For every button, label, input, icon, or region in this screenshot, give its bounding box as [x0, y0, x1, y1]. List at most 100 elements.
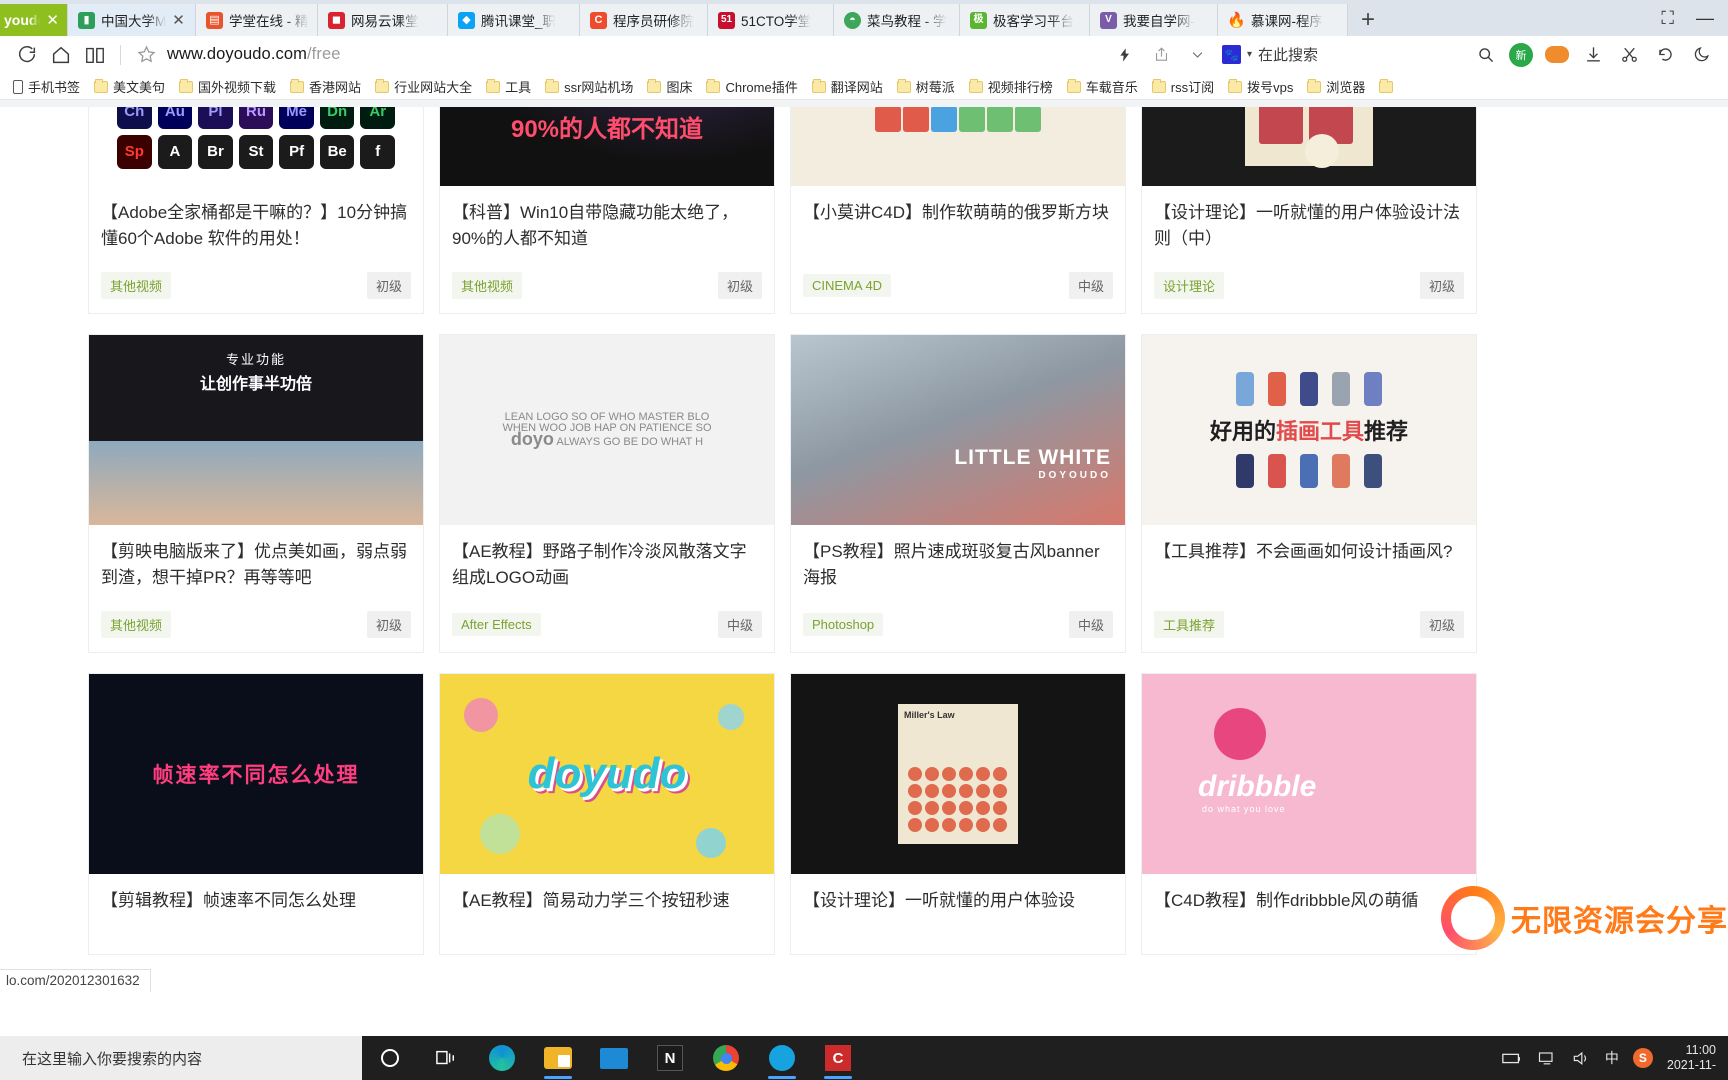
mail-icon[interactable]: [586, 1036, 642, 1080]
video-card[interactable]: LITTLE WHITE DOYOUDO 【PS教程】照片速成斑驳复古风bann…: [790, 334, 1126, 653]
card-category-tag[interactable]: CINEMA 4D: [803, 274, 892, 297]
bookmark-item[interactable]: ssr网站机场: [538, 77, 640, 96]
video-card[interactable]: Miller's Law 【设计理论】一听就懂的用户体验设: [790, 673, 1126, 955]
bookmark-item[interactable]: 国外视频下载: [172, 77, 283, 96]
card-thumbnail[interactable]: Miller's Law: [791, 674, 1125, 874]
tab-runoob[interactable]: ◓ 菜鸟教程 - 学: [834, 4, 960, 36]
restore-window-icon[interactable]: ⛶: [1661, 8, 1674, 29]
video-card[interactable]: doyudo 【AE教程】简易动力学三个按钮秒速: [439, 673, 775, 955]
card-category-tag[interactable]: 工具推荐: [1154, 611, 1225, 638]
bookmark-item[interactable]: rss订阅: [1145, 77, 1221, 96]
card-category-tag[interactable]: After Effects: [452, 613, 541, 636]
video-card[interactable]: Occam's Razor 【设计理论】一听就懂的用户体验设计法则（中） 设计理…: [1141, 107, 1477, 314]
dot: [993, 784, 1007, 798]
lightning-icon[interactable]: [1108, 38, 1142, 72]
notion-icon[interactable]: N: [642, 1036, 698, 1080]
task-view-icon[interactable]: [418, 1036, 474, 1080]
tab-xuetangonline[interactable]: ▤ 学堂在线 - 精: [196, 4, 318, 36]
card-thumbnail[interactable]: doyoudo: [791, 107, 1125, 186]
card-thumbnail[interactable]: 专业功能 让创作事半功倍: [89, 335, 423, 525]
bookmark-item[interactable]: 视频排行榜: [962, 77, 1060, 96]
bookmark-item[interactable]: 美文美句: [87, 77, 172, 96]
sogou-icon[interactable]: S: [1632, 1048, 1653, 1068]
video-card[interactable]: LEAN LOGO SO OF WHO MASTER BLO WHEN WOO …: [439, 334, 775, 653]
bookmark-item[interactable]: 行业网站大全: [368, 77, 479, 96]
new-tab-button[interactable]: +: [1348, 4, 1388, 36]
card-thumbnail[interactable]: doyudo: [440, 674, 774, 874]
video-card[interactable]: IdIcAiXdDwPsPsCPsXLrLrCFrPrAeAnChAuPlRuM…: [88, 107, 424, 314]
file-explorer-icon[interactable]: [530, 1036, 586, 1080]
card-thumbnail[interactable]: Win10隐藏功能 太绝了 90%的人都不知道: [440, 107, 774, 186]
search-input[interactable]: 🐾 ▾ 在此搜索: [1216, 41, 1466, 69]
taskbar-search-input[interactable]: 在这里输入你要搜索的内容: [0, 1036, 362, 1080]
bookmark-item[interactable]: 香港网站: [283, 77, 368, 96]
search-icon[interactable]: [1468, 38, 1502, 72]
minimize-window-icon[interactable]: —: [1696, 8, 1714, 29]
card-thumbnail[interactable]: 好用的插画工具推荐: [1142, 335, 1476, 525]
bookmark-item[interactable]: 工具: [479, 77, 538, 96]
scissors-icon[interactable]: [1612, 38, 1646, 72]
bookmark-item[interactable]: Chrome插件: [699, 77, 804, 96]
video-card[interactable]: dribbble do what you love 【C4D教程】制作dribb…: [1141, 673, 1477, 955]
bookmark-item[interactable]: [1372, 78, 1400, 93]
battery-icon[interactable]: [1501, 1051, 1523, 1065]
tab-tencent-class[interactable]: ◆ 腾讯课堂_职: [448, 4, 580, 36]
book-icon[interactable]: [78, 38, 112, 72]
bookmark-item[interactable]: 浏览器: [1300, 77, 1372, 96]
undo-icon[interactable]: [1648, 38, 1682, 72]
volume-icon[interactable]: [1571, 1050, 1591, 1066]
card-thumbnail[interactable]: Occam's Razor: [1142, 107, 1476, 186]
card-thumbnail[interactable]: dribbble do what you love: [1142, 674, 1476, 874]
card-category-tag[interactable]: 设计理论: [1154, 272, 1225, 299]
video-card[interactable]: Win10隐藏功能 太绝了 90%的人都不知道 【科普】Win10自带隐藏功能太…: [439, 107, 775, 314]
reload-icon[interactable]: [10, 38, 44, 72]
home-icon[interactable]: [44, 38, 78, 72]
360-browser-icon[interactable]: [754, 1036, 810, 1080]
share-icon[interactable]: [1144, 38, 1178, 72]
star-icon[interactable]: [129, 38, 163, 72]
tab-csdn[interactable]: C 程序员研修院: [580, 4, 708, 36]
video-card[interactable]: 专业功能 让创作事半功倍 【剪映电脑版来了】优点美如画，弱点弱到渣，想干掉PR？…: [88, 334, 424, 653]
tab-icourse163[interactable]: ▮ 中国大学M ✕: [68, 4, 196, 36]
bookmark-item[interactable]: 拨号vps: [1221, 77, 1300, 96]
news-badge-icon[interactable]: 新: [1504, 38, 1538, 72]
network-icon[interactable]: [1537, 1050, 1557, 1066]
clock[interactable]: 11:00 2021-11-: [1667, 1043, 1716, 1073]
card-thumbnail[interactable]: 帧速率不同怎么处理: [89, 674, 423, 874]
video-card[interactable]: 帧速率不同怎么处理 【剪辑教程】帧速率不同怎么处理: [88, 673, 424, 955]
bookmark-item[interactable]: 手机书签: [6, 77, 87, 96]
address-bar[interactable]: www.doyoudo.com/free: [163, 38, 1108, 72]
edge-icon[interactable]: [474, 1036, 530, 1080]
tab-imooc[interactable]: 🔥 慕课网-程序: [1218, 4, 1348, 36]
card-category-tag[interactable]: 其他视频: [101, 611, 172, 638]
video-card[interactable]: 好用的插画工具推荐 【工具推荐】不会画画如何设计插画风? 工具推荐 初级: [1141, 334, 1477, 653]
close-icon[interactable]: ✕: [172, 11, 185, 29]
bookmark-item[interactable]: 图床: [640, 77, 699, 96]
tab-51zxw[interactable]: V 我要自学网-: [1090, 4, 1218, 36]
clion-icon[interactable]: C: [810, 1036, 866, 1080]
cortana-icon[interactable]: [362, 1036, 418, 1080]
card-thumbnail[interactable]: LITTLE WHITE DOYOUDO: [791, 335, 1125, 525]
moon-icon[interactable]: [1684, 38, 1718, 72]
card-category-tag[interactable]: Photoshop: [803, 613, 884, 636]
tab-doyoudo[interactable]: youdo ✕: [0, 4, 68, 36]
video-card[interactable]: doyoudo 【小莫讲C4D】制作软萌萌的俄罗斯方块 CINEMA 4D 中级: [790, 107, 1126, 314]
adobe-app-icon: Sp: [117, 134, 152, 170]
card-thumbnail[interactable]: IdIcAiXdDwPsPsCPsXLrLrCFrPrAeAnChAuPlRuM…: [89, 107, 423, 186]
tab-51cto[interactable]: 51 51CTO学堂: [708, 4, 834, 36]
download-icon[interactable]: [1576, 38, 1610, 72]
ime-indicator[interactable]: 中: [1605, 1048, 1619, 1068]
card-thumbnail[interactable]: LEAN LOGO SO OF WHO MASTER BLO WHEN WOO …: [440, 335, 774, 525]
tab-geek-study[interactable]: 极 极客学习平台: [960, 4, 1090, 36]
close-icon[interactable]: ✕: [46, 11, 59, 29]
chrome-icon[interactable]: [698, 1036, 754, 1080]
chevron-down-icon[interactable]: ▾: [1247, 49, 1252, 60]
tab-netease-cloud-class[interactable]: ◼ 网易云课堂: [318, 4, 448, 36]
gamepad-icon[interactable]: [1540, 38, 1574, 72]
card-category-tag[interactable]: 其他视频: [452, 272, 523, 299]
bookmark-item[interactable]: 树莓派: [890, 77, 962, 96]
card-category-tag[interactable]: 其他视频: [101, 272, 172, 299]
bookmark-item[interactable]: 车载音乐: [1060, 77, 1145, 96]
bookmark-item[interactable]: 翻译网站: [805, 77, 890, 96]
chevron-down-icon[interactable]: [1180, 38, 1214, 72]
